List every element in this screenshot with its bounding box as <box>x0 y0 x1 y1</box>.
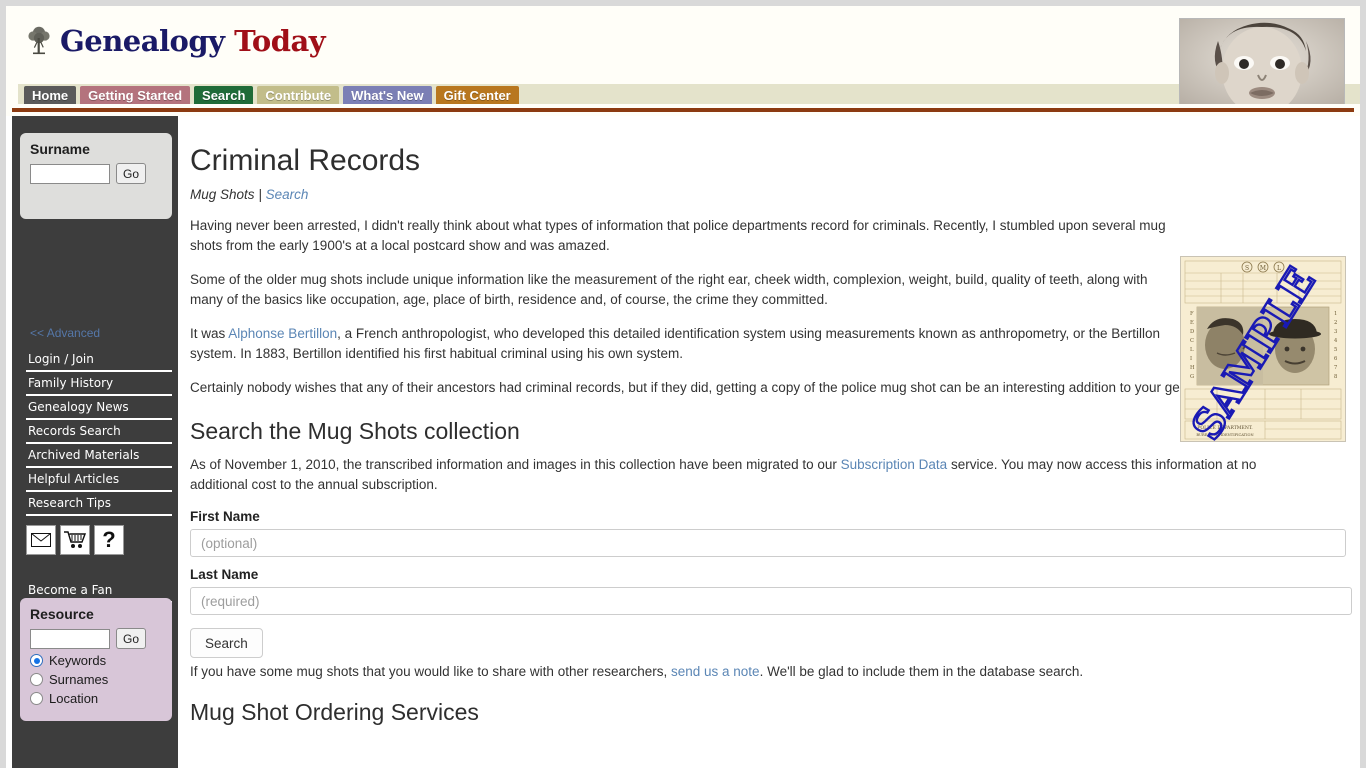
nav-item-whats-new[interactable]: What's New <box>343 86 432 106</box>
search-intro-prefix: As of November 1, 2010, the transcribed … <box>190 457 841 472</box>
svg-text:3: 3 <box>1334 329 1337 335</box>
tree-icon <box>28 26 50 55</box>
cart-icon-button[interactable] <box>60 525 90 555</box>
help-icon-button[interactable]: ? <box>94 525 124 555</box>
breadcrumb-separator: | <box>258 187 262 202</box>
sidebar-item-research-tips[interactable]: Research Tips <box>26 492 172 516</box>
surname-box-title: Surname <box>30 141 90 157</box>
share-note-suffix: . We'll be glad to include them in the d… <box>759 664 1084 679</box>
logo-primary: Genealogy <box>60 24 225 58</box>
accent-rule <box>12 108 1354 112</box>
main-content: Criminal Records Mug Shots | Search Havi… <box>184 116 1354 768</box>
breadcrumb-search-link[interactable]: Search <box>266 187 309 202</box>
svg-text:S: S <box>1245 265 1249 272</box>
sample-mugshot-card: S M L FED C L I H G 1 2 3 4 5 6 7 8 POLI… <box>1180 256 1346 442</box>
svg-text:6: 6 <box>1334 356 1337 362</box>
send-us-a-note-link[interactable]: send us a note <box>671 664 760 679</box>
nav-item-contribute[interactable]: Contribute <box>257 86 340 106</box>
header-baby-photo <box>1179 18 1345 108</box>
resource-option-location-label: Location <box>49 691 99 706</box>
radio-keywords-icon <box>30 654 43 667</box>
sidebar-item-archived-materials[interactable]: Archived Materials <box>26 444 172 468</box>
logo-text: Genealogy Today <box>60 24 326 58</box>
nav-item-getting-started[interactable]: Getting Started <box>80 86 191 106</box>
resource-option-location[interactable]: Location <box>30 691 162 706</box>
surname-input[interactable] <box>30 163 110 184</box>
advanced-search-link[interactable]: << Advanced <box>30 326 100 340</box>
surname-search-box: Surname Go <box>20 133 172 219</box>
resource-option-keywords-label: Keywords <box>49 653 107 668</box>
envelope-icon-button[interactable] <box>26 525 56 555</box>
svg-text:8: 8 <box>1334 374 1337 380</box>
resource-search-box: Resource Go Keywords Surnames Location <box>20 598 172 721</box>
ordering-services-heading: Mug Shot Ordering Services <box>190 699 479 725</box>
svg-text:L: L <box>1190 347 1194 353</box>
share-note-prefix: If you have some mug shots that you woul… <box>190 664 671 679</box>
sidebar-item-helpful-articles[interactable]: Helpful Articles <box>26 468 172 492</box>
radio-surnames-icon <box>30 673 43 686</box>
svg-text:E: E <box>1190 320 1194 326</box>
last-name-input[interactable] <box>190 587 1352 615</box>
nav-item-home[interactable]: Home <box>24 86 77 106</box>
sidebar-item-records-search[interactable]: Records Search <box>26 420 172 444</box>
breadcrumb: Mug Shots | Search <box>190 187 1334 202</box>
sidebar-item-family-history[interactable]: Family History <box>26 372 172 396</box>
breadcrumb-current: Mug Shots <box>190 187 255 202</box>
svg-text:F: F <box>1190 311 1194 317</box>
svg-text:2: 2 <box>1334 320 1337 326</box>
svg-text:I: I <box>1190 356 1192 362</box>
sidebar: Surname Go << Advanced Login / Join Fami… <box>12 116 178 768</box>
share-note: If you have some mug shots that you woul… <box>190 664 1334 679</box>
search-section-intro: As of November 1, 2010, the transcribed … <box>190 455 1298 495</box>
surname-go-button[interactable]: Go <box>116 163 146 184</box>
paragraph-closing: Certainly nobody wishes that any of thei… <box>190 380 1276 395</box>
site-logo[interactable]: Genealogy Today <box>26 24 326 58</box>
svg-text:H: H <box>1190 365 1195 371</box>
paragraph-details: Some of the older mug shots include uniq… <box>190 272 1148 307</box>
resource-option-surnames[interactable]: Surnames <box>30 672 162 687</box>
paragraph-intro: Having never been arrested, I didn't rea… <box>190 218 1166 253</box>
subscription-data-link[interactable]: Subscription Data <box>841 457 948 472</box>
paragraph-bertillon: It was Alphonse Bertillon, a French anth… <box>190 324 1172 364</box>
search-button[interactable]: Search <box>190 628 263 658</box>
page-title: Criminal Records <box>190 144 421 177</box>
sidebar-item-genealogy-news[interactable]: Genealogy News <box>26 396 172 420</box>
question-mark-icon: ? <box>102 527 116 552</box>
envelope-icon <box>31 533 51 547</box>
svg-text:5: 5 <box>1334 347 1337 353</box>
shopping-cart-icon <box>64 531 86 548</box>
resource-input[interactable] <box>30 628 110 649</box>
svg-text:D: D <box>1190 329 1194 335</box>
alphonse-bertillon-link[interactable]: Alphonse Bertillon <box>228 326 337 341</box>
svg-text:1: 1 <box>1334 311 1337 317</box>
resource-box-title: Resource <box>30 606 94 622</box>
paragraph-bertillon-prefix: It was <box>190 326 229 341</box>
first-name-label: First Name <box>190 509 260 524</box>
svg-text:M: M <box>1260 265 1266 272</box>
page-root: Genealogy Today Home Getting Started Sea… <box>0 0 1366 768</box>
svg-text:7: 7 <box>1334 365 1337 371</box>
resource-option-surnames-label: Surnames <box>49 672 109 687</box>
svg-text:C: C <box>1190 338 1194 344</box>
site-header: Genealogy Today Home Getting Started Sea… <box>6 6 1360 108</box>
resource-go-button[interactable]: Go <box>116 628 146 649</box>
radio-location-icon <box>30 692 43 705</box>
nav-item-search[interactable]: Search <box>194 86 254 106</box>
search-section-heading: Search the Mug Shots collection <box>190 418 520 444</box>
page-body: Surname Go << Advanced Login / Join Fami… <box>6 116 1360 768</box>
logo-secondary: Today <box>234 24 326 58</box>
sidebar-icon-row: ? <box>26 525 124 555</box>
sidebar-item-login-join[interactable]: Login / Join <box>26 348 172 372</box>
nav-item-gift-center[interactable]: Gift Center <box>435 86 519 106</box>
svg-text:G: G <box>1190 374 1194 380</box>
resource-option-keywords[interactable]: Keywords <box>30 653 162 668</box>
first-name-input[interactable] <box>190 529 1346 557</box>
sidebar-menu-primary: Login / Join Family History Genealogy Ne… <box>26 348 172 516</box>
last-name-label: Last Name <box>190 567 259 582</box>
